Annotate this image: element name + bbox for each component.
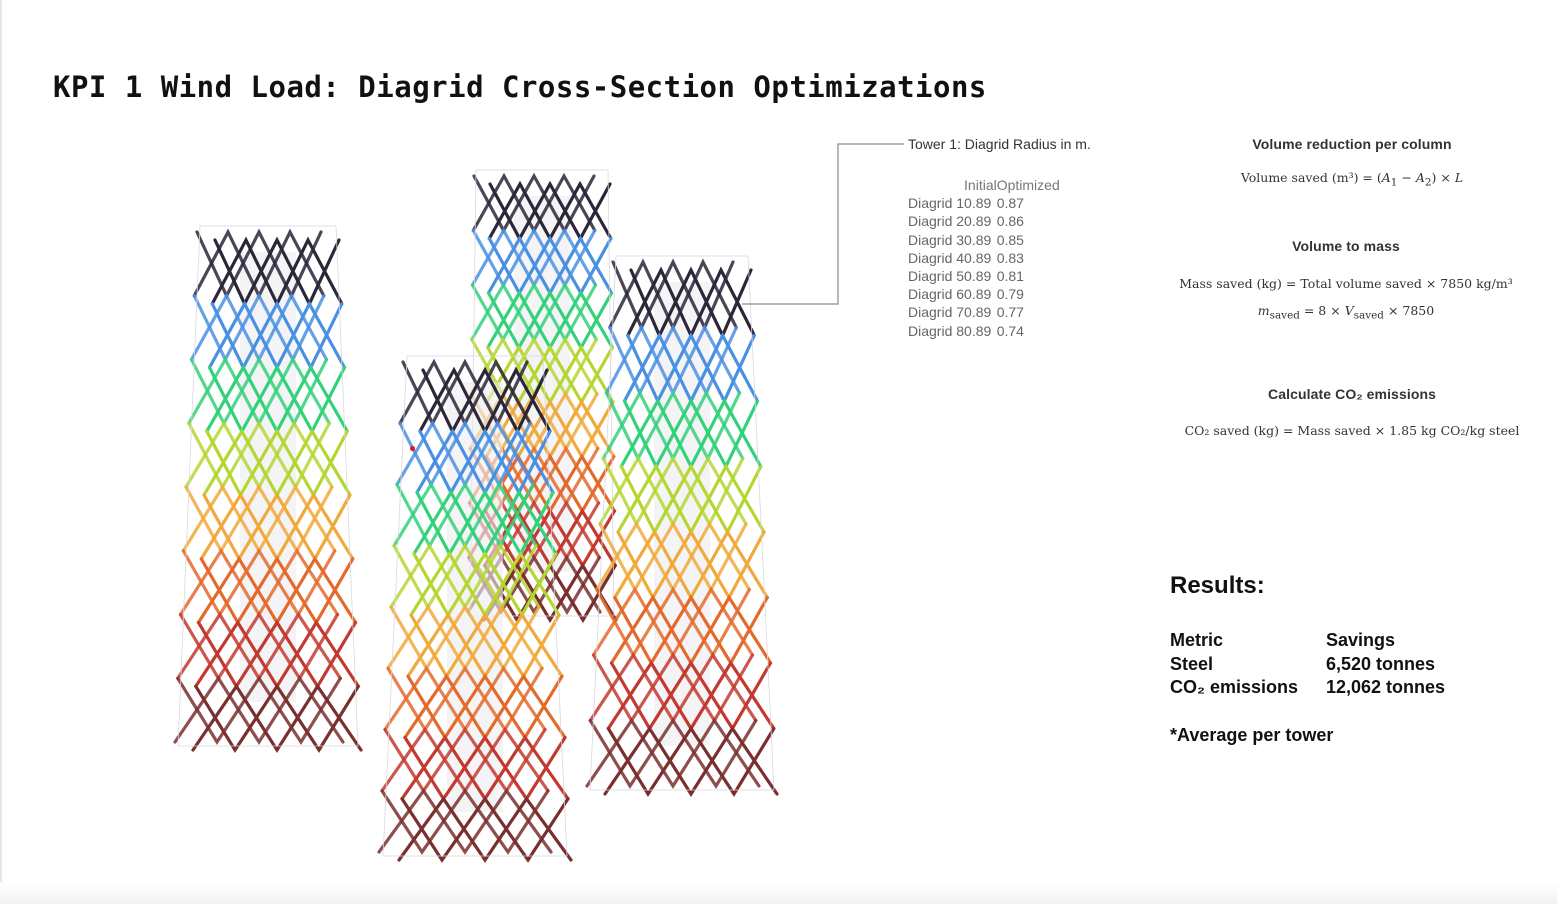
initial-radius: 0.89 xyxy=(964,249,992,266)
mass-formula: Mass saved (kg) = Total volume saved × 7… xyxy=(1179,276,1513,291)
co2-formula: CO₂ saved (kg) = Mass saved × 1.85 kg CO… xyxy=(1184,423,1520,438)
table-row: Diagrid 2 0.89 0.86 xyxy=(908,212,1060,230)
diagrid-band: Diagrid 8 xyxy=(585,717,779,797)
table-row: Diagrid 7 0.89 0.77 xyxy=(908,303,1060,321)
initial-radius: 0.89 xyxy=(964,213,992,230)
volume-formula: Volume saved (m³) = (A1 − A2) × L xyxy=(1240,170,1464,189)
results-metric: CO₂ emissions xyxy=(1170,677,1299,697)
initial-radius: 0.89 xyxy=(964,304,992,321)
co2-calc-block: Calculate CO₂ emissions CO₂ saved (kg) =… xyxy=(1172,386,1532,438)
results-table: Metric Savings Steel 6,520 tonnes CO₂ emis… xyxy=(1170,630,1445,701)
diagrid-name: Diagrid 7 xyxy=(908,304,965,321)
results-column-header: Savings xyxy=(1326,630,1396,650)
optimized-radius: 0.87 xyxy=(996,195,1024,212)
initial-radius: 0.89 xyxy=(964,195,992,212)
optimized-radius: 0.85 xyxy=(996,231,1024,248)
radius-table-title: Tower 1: Diagrid Radius in m. xyxy=(908,136,1091,152)
table-row: Diagrid 8 0.89 0.74 xyxy=(908,322,1060,340)
radius-table-header: Initial Optimized xyxy=(908,176,1060,194)
table-row: Diagrid 6 0.89 0.79 xyxy=(908,285,1060,303)
optimized-radius: 0.81 xyxy=(996,268,1024,285)
diagrid-name: Diagrid 8 xyxy=(908,322,965,339)
diagrid-name: Diagrid 4 xyxy=(908,249,965,266)
results-row: CO₂ emissions 12,062 tonnes xyxy=(1170,677,1445,701)
table-row: Diagrid 3 0.89 0.85 xyxy=(908,231,1060,249)
results-savings: 6,520 tonnes xyxy=(1326,653,1436,674)
results-block: Results: Metric Savings Steel 6,520 tonnes… xyxy=(1170,572,1445,745)
initial-radius: 0.89 xyxy=(964,286,992,303)
optimized-radius: 0.77 xyxy=(996,304,1024,321)
optimized-radius: 0.83 xyxy=(996,249,1024,266)
bottom-fade xyxy=(0,882,1557,904)
mass-formula-compact: msaved = 8 × Vsaved × 7850 xyxy=(1257,303,1435,322)
co2-calc-heading: Calculate CO₂ emissions xyxy=(1267,386,1437,402)
results-savings: 12,062 tonnes xyxy=(1326,677,1446,697)
initial-radius: 0.89 xyxy=(964,268,992,285)
highlight-marker xyxy=(410,446,415,451)
volume-calc-heading: Volume reduction per column xyxy=(1252,136,1452,152)
results-metric: Steel xyxy=(1170,653,1214,674)
results-row: Steel 6,520 tonnes xyxy=(1170,654,1445,678)
results-column-header: Metric xyxy=(1170,630,1224,650)
table-row: Diagrid 1 0.89 0.87 xyxy=(908,194,1060,212)
optimized-radius: 0.74 xyxy=(996,322,1024,339)
results-heading: Results: xyxy=(1170,572,1265,599)
mass-calc-heading: Volume to mass xyxy=(1292,238,1400,254)
radius-table: Initial Optimized Diagrid 1 0.89 0.87 Diag… xyxy=(908,176,1060,340)
initial-radius: 0.89 xyxy=(964,322,992,339)
diagrid-name: Diagrid 5 xyxy=(908,268,965,285)
diagrid-name: Diagrid 6 xyxy=(908,286,965,303)
tower-1: Diagrid 1Diagrid 2Diagrid 3Diagrid 4Diag… xyxy=(173,225,363,753)
diagrid-name: Diagrid 2 xyxy=(908,213,965,230)
table-row: Diagrid 4 0.89 0.83 xyxy=(908,249,1060,267)
tower-3: Diagrid 1Diagrid 2Diagrid 3Diagrid 4Diag… xyxy=(585,255,779,797)
volume-calc-block: Volume reduction per column Volume saved… xyxy=(1172,136,1532,189)
diagrid-band: Diagrid 8 xyxy=(173,675,363,753)
optimized-radius: 0.86 xyxy=(996,213,1024,230)
column-header: Initial xyxy=(964,177,997,194)
column-header xyxy=(908,176,964,194)
table-callout-line xyxy=(742,143,904,305)
mass-calc-block: Volume to mass Mass saved (kg) = Total v… xyxy=(1166,238,1526,322)
results-footnote: *Average per tower xyxy=(1170,725,1334,745)
results-header-row: Metric Savings xyxy=(1170,630,1445,654)
diagrid-name: Diagrid 1 xyxy=(908,195,965,212)
table-row: Diagrid 5 0.89 0.81 xyxy=(908,267,1060,285)
initial-radius: 0.89 xyxy=(964,231,992,248)
diagrid-name: Diagrid 3 xyxy=(908,231,965,248)
optimized-radius: 0.79 xyxy=(996,286,1024,303)
column-header: Optimized xyxy=(996,177,1060,194)
